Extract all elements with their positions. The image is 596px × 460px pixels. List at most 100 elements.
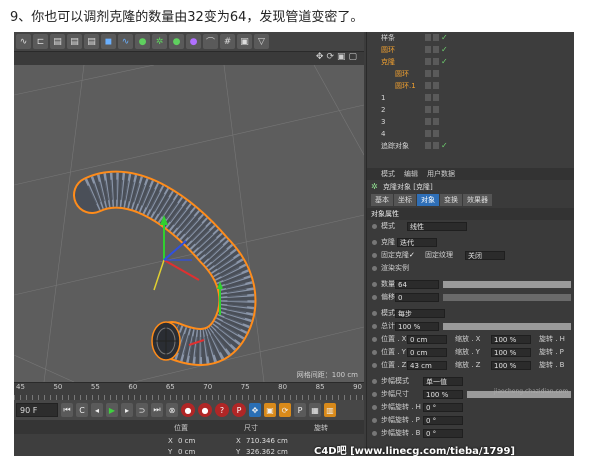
clapper-icon[interactable]: ▤ xyxy=(84,34,99,49)
object-item[interactable]: 样条 ✓ xyxy=(367,32,574,44)
tab-coord[interactable]: 坐标 xyxy=(394,194,416,206)
object-flags[interactable] xyxy=(425,94,439,101)
fixed-clone-checkbox[interactable]: ✓ xyxy=(409,249,415,262)
object-flags[interactable] xyxy=(425,46,439,53)
param-dot[interactable] xyxy=(372,379,377,384)
object-item[interactable]: 4 xyxy=(367,128,574,140)
record-icon[interactable]: ● xyxy=(181,403,195,417)
cube-icon[interactable]: ◼ xyxy=(101,34,116,49)
coord-x-size[interactable]: 710.346 cm xyxy=(246,436,288,447)
keyframe-pos-icon[interactable]: P xyxy=(232,403,246,417)
total-slider[interactable] xyxy=(443,323,571,330)
fixed-texture-dropdown[interactable]: 关闭 xyxy=(465,251,505,260)
object-item[interactable]: 圆环.1 xyxy=(367,80,574,92)
param-dot[interactable] xyxy=(372,431,377,436)
param-dot[interactable] xyxy=(372,253,377,258)
rotate-key-icon[interactable]: ⟳ xyxy=(279,403,291,417)
step-rot-p-field[interactable]: 0 ° xyxy=(423,416,463,425)
object-item[interactable]: 3 xyxy=(367,116,574,128)
timeline-ruler[interactable]: 45 50 55 60 65 70 75 80 85 90 xyxy=(14,382,364,400)
go-to-start-icon[interactable]: ⏮ xyxy=(61,403,73,417)
param-dot[interactable] xyxy=(372,295,377,300)
object-enabled-check[interactable]: ✓ xyxy=(441,44,448,56)
offset-field[interactable]: 0 xyxy=(395,293,439,302)
param-dot[interactable] xyxy=(372,266,377,271)
step-mode-dropdown[interactable]: 单一值 xyxy=(423,377,463,386)
sphere-icon[interactable]: ● xyxy=(169,34,184,49)
viewport[interactable]: 网格间距：100 cm xyxy=(14,65,364,382)
scale-z-field[interactable]: 100 % xyxy=(491,361,531,370)
move-key-icon[interactable]: ✥ xyxy=(249,403,261,417)
param-dot[interactable] xyxy=(372,350,377,355)
object-item[interactable]: 克隆 ✓ xyxy=(367,56,574,68)
count-slider[interactable] xyxy=(443,281,571,288)
param-dot[interactable] xyxy=(372,405,377,410)
tab-transform[interactable]: 变换 xyxy=(440,194,462,206)
next-frame-icon[interactable]: ▸ xyxy=(121,403,133,417)
param-dot[interactable] xyxy=(372,282,377,287)
clapper-icon[interactable]: ▤ xyxy=(50,34,65,49)
object-item[interactable]: 圆环 xyxy=(367,68,574,80)
object-item[interactable]: 追踪对象 ✓ xyxy=(367,140,574,152)
pos-x-field[interactable]: 0 cm xyxy=(407,335,447,344)
param-dot[interactable] xyxy=(372,324,377,329)
curve-icon[interactable]: ∿ xyxy=(118,34,133,49)
mode-dropdown[interactable]: 线性 xyxy=(407,222,467,231)
clapper-icon[interactable]: ▤ xyxy=(67,34,82,49)
total-field[interactable]: 100 % xyxy=(395,322,439,331)
object-enabled-check[interactable]: ✓ xyxy=(441,32,448,44)
coord-y-size[interactable]: 326.362 cm xyxy=(246,447,288,456)
object-enabled-check[interactable]: ✓ xyxy=(441,56,448,68)
linear-mode-dropdown[interactable]: 每步 xyxy=(395,309,445,318)
sphere-icon[interactable]: ● xyxy=(135,34,150,49)
object-flags[interactable] xyxy=(425,82,439,89)
loop-icon[interactable]: ⊗ xyxy=(166,403,178,417)
film-icon[interactable]: ▥ xyxy=(324,403,336,417)
step-size-field[interactable]: 100 % xyxy=(423,390,463,399)
param-dot[interactable] xyxy=(372,224,377,229)
sphere-icon[interactable]: ● xyxy=(186,34,201,49)
pos-y-field[interactable]: 0 cm xyxy=(407,348,447,357)
object-flags[interactable] xyxy=(425,118,439,125)
object-item[interactable]: 2 xyxy=(367,104,574,116)
offset-slider[interactable] xyxy=(443,294,571,301)
prev-frame-icon[interactable]: ◂ xyxy=(91,403,103,417)
object-flags[interactable] xyxy=(425,58,439,65)
param-dot[interactable] xyxy=(372,240,377,245)
step-rot-h-field[interactable]: 0 ° xyxy=(423,403,463,412)
frame-field[interactable]: 90 F xyxy=(16,403,58,417)
scale-x-field[interactable]: 100 % xyxy=(491,335,531,344)
play-icon[interactable]: ▶ xyxy=(106,403,118,417)
coord-x-pos[interactable]: 0 cm xyxy=(178,436,195,447)
gear-icon[interactable]: ✲ xyxy=(152,34,167,49)
scale-y-field[interactable]: 100 % xyxy=(491,348,531,357)
param-key-icon[interactable]: P xyxy=(294,403,306,417)
next-key-icon[interactable]: ⊃ xyxy=(136,403,148,417)
pos-z-field[interactable]: 43 cm xyxy=(407,361,447,370)
object-flags[interactable] xyxy=(425,130,439,137)
tab-basic[interactable]: 基本 xyxy=(371,194,393,206)
viewport-nav-icons[interactable]: ✥⟳▣▢ xyxy=(316,52,360,62)
go-to-end-icon[interactable]: ⏭ xyxy=(151,403,163,417)
pla-key-icon[interactable]: ▦ xyxy=(309,403,321,417)
keyframe-icon[interactable]: ? xyxy=(215,403,229,417)
param-dot[interactable] xyxy=(372,363,377,368)
deform-icon[interactable]: ⊏ xyxy=(33,34,48,49)
coord-y-pos[interactable]: 0 cm xyxy=(178,447,195,456)
object-item[interactable]: 圆环 ✓ xyxy=(367,44,574,56)
autokey-icon[interactable]: ● xyxy=(198,403,212,417)
spline-icon[interactable]: ∿ xyxy=(16,34,31,49)
count-field[interactable]: 64 xyxy=(395,280,439,289)
object-flags[interactable] xyxy=(425,70,439,77)
menu-user-data[interactable]: 用户数据 xyxy=(427,168,455,180)
scale-key-icon[interactable]: ▣ xyxy=(264,403,276,417)
camera-icon[interactable]: ▣ xyxy=(237,34,252,49)
tab-effectors[interactable]: 效果器 xyxy=(463,194,492,206)
menu-mode[interactable]: 模式 xyxy=(381,168,395,180)
object-flags[interactable] xyxy=(425,106,439,113)
object-item[interactable]: 1 xyxy=(367,92,574,104)
light-icon[interactable]: ▽ xyxy=(254,34,269,49)
menu-edit[interactable]: 编辑 xyxy=(404,168,418,180)
prev-key-icon[interactable]: C xyxy=(76,403,88,417)
object-flags[interactable] xyxy=(425,34,439,41)
